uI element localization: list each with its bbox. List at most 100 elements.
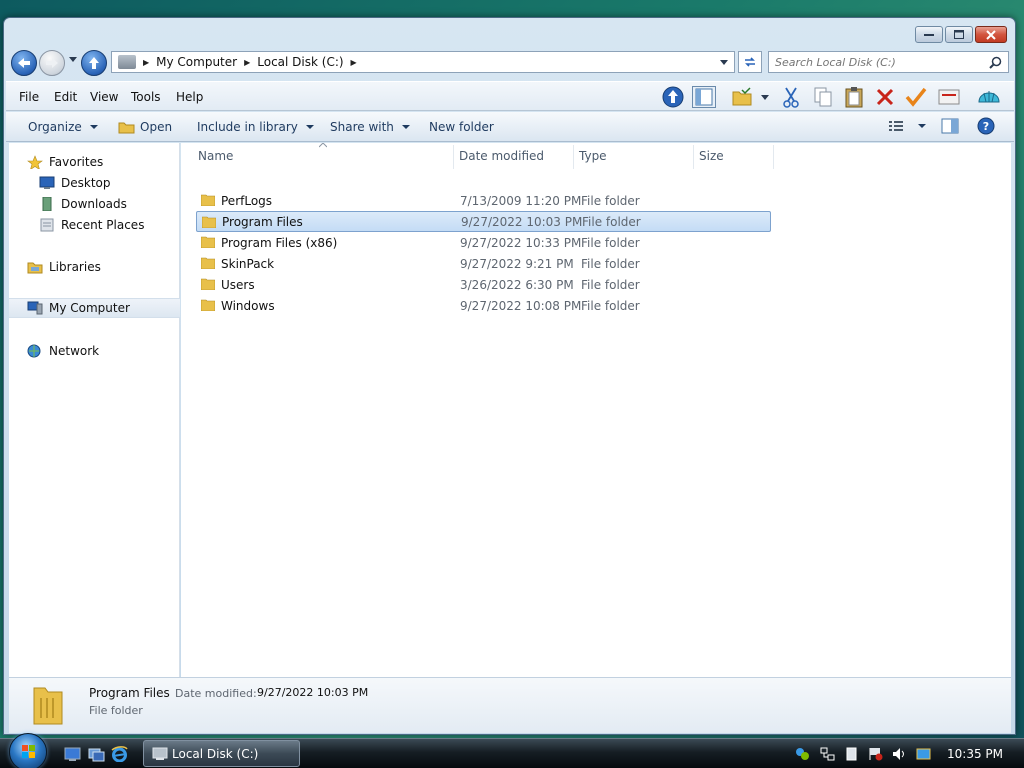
paste-button[interactable] [842, 86, 866, 108]
navigation-pane: Favorites Desktop Downloads Recent Place… [9, 143, 180, 695]
envelope-icon [938, 89, 960, 105]
file-row-perflogs[interactable]: PerfLogs 7/13/2009 11:20 PM File folder [196, 190, 771, 211]
column-divider[interactable] [573, 145, 574, 169]
menu-tools[interactable]: Tools [131, 90, 161, 104]
skinpack-tray-icon[interactable] [916, 747, 931, 761]
column-divider[interactable] [453, 145, 454, 169]
column-header-size[interactable]: Size [699, 149, 724, 171]
desktop-icon [39, 176, 55, 189]
column-header-name[interactable]: Name [198, 149, 233, 171]
computer-icon [152, 747, 168, 760]
cut-button[interactable] [779, 86, 803, 108]
file-date: 9/27/2022 9:21 PM [460, 256, 574, 271]
folder-icon [201, 299, 215, 311]
close-icon [986, 29, 996, 40]
nav-favorites[interactable]: Favorites [9, 152, 180, 172]
menu-view[interactable]: View [90, 90, 118, 104]
search-icon[interactable] [989, 56, 1002, 69]
close-button[interactable] [975, 26, 1007, 43]
breadcrumb-separator[interactable]: ▶ [143, 58, 149, 67]
nav-my-computer[interactable]: My Computer [9, 298, 180, 318]
email-button[interactable] [937, 86, 961, 108]
file-row-users[interactable]: Users 3/26/2022 6:30 PM File folder [196, 274, 771, 295]
address-bar[interactable]: ▶ My Computer ▶ Local Disk (C:) ▶ [111, 51, 735, 73]
show-desktop-icon[interactable] [64, 746, 81, 762]
breadcrumb-local-disk[interactable]: Local Disk (C:) [257, 55, 343, 69]
file-row-windows[interactable]: Windows 9/27/2022 10:08 PM File folder [196, 295, 771, 316]
help-button[interactable]: ? [977, 117, 995, 135]
views-button[interactable] [730, 86, 754, 108]
nav-libraries-label: Libraries [49, 260, 101, 274]
up-button[interactable] [81, 50, 107, 76]
open-button[interactable]: Open [118, 120, 172, 134]
recent-places-icon [40, 218, 54, 232]
switch-windows-icon[interactable] [88, 746, 105, 762]
internet-explorer-icon[interactable] [111, 746, 128, 762]
nav-recent-places[interactable]: Recent Places [9, 215, 180, 235]
preview-pane-button[interactable] [941, 118, 959, 134]
preview-pane-icon [941, 118, 959, 134]
windows-logo-icon [22, 745, 35, 758]
maximize-button[interactable] [945, 26, 973, 43]
delete-button[interactable] [873, 86, 897, 108]
breadcrumb-my-computer[interactable]: My Computer [156, 55, 237, 69]
properties-check-button[interactable] [904, 86, 928, 108]
nav-downloads[interactable]: Downloads [9, 194, 180, 214]
nav-libraries[interactable]: Libraries [9, 257, 180, 277]
chevron-down-icon [761, 94, 769, 100]
file-date: 3/26/2022 6:30 PM [460, 277, 574, 292]
folder-check-icon [732, 87, 752, 106]
recent-pages-dropdown[interactable] [69, 57, 77, 62]
taskbar-item-local-disk[interactable]: Local Disk (C:) [143, 740, 300, 767]
column-divider[interactable] [693, 145, 694, 169]
breadcrumb-separator[interactable]: ▶ [244, 58, 250, 67]
volume-icon[interactable] [892, 747, 907, 761]
organize-button[interactable]: Organize [28, 120, 98, 134]
nav-recent-places-label: Recent Places [61, 218, 145, 232]
column-header-date-modified[interactable]: Date modified [459, 149, 544, 171]
nav-downloads-label: Downloads [61, 197, 127, 211]
share-with-button[interactable]: Share with [330, 120, 410, 134]
nav-network-label: Network [49, 344, 100, 358]
menu-edit[interactable]: Edit [54, 90, 77, 104]
file-date: 9/27/2022 10:08 PM [460, 298, 582, 313]
title-bar[interactable] [4, 18, 1015, 46]
file-row-skinpack[interactable]: SkinPack 9/27/2022 9:21 PM File folder [196, 253, 771, 274]
taskbar-clock[interactable]: 10:35 PM [947, 747, 1003, 761]
language-bar-icon[interactable] [795, 747, 810, 761]
nav-network[interactable]: Network [9, 341, 180, 361]
file-row-program-files[interactable]: Program Files 9/27/2022 10:03 PM File fo… [196, 211, 771, 232]
file-type: File folder [581, 277, 640, 292]
start-button[interactable] [9, 733, 47, 768]
folders-toggle-button[interactable] [692, 86, 716, 108]
column-header-type[interactable]: Type [579, 149, 607, 171]
back-button[interactable] [11, 50, 37, 76]
refresh-button[interactable] [738, 51, 762, 73]
address-row: ▶ My Computer ▶ Local Disk (C:) ▶ [6, 48, 1014, 78]
search-input[interactable] [775, 55, 985, 69]
views-dropdown[interactable] [758, 86, 772, 108]
up-folder-button[interactable] [661, 86, 685, 108]
column-divider[interactable] [773, 145, 774, 169]
include-in-library-button[interactable]: Include in library [197, 120, 314, 134]
help-icon: ? [977, 117, 995, 135]
skinpack-shell-button[interactable] [977, 86, 1001, 108]
file-name: Program Files (x86) [221, 235, 338, 250]
nav-favorites-label: Favorites [49, 155, 104, 169]
change-view-button[interactable] [888, 120, 926, 132]
forward-button[interactable] [39, 50, 65, 76]
copy-button[interactable] [811, 86, 835, 108]
star-icon [27, 155, 43, 169]
address-dropdown[interactable] [720, 60, 728, 65]
file-row-program-files-x86[interactable]: Program Files (x86) 9/27/2022 10:33 PM F… [196, 232, 771, 253]
safely-remove-hardware-icon[interactable] [844, 747, 859, 761]
minimize-button[interactable] [915, 26, 943, 43]
menu-file[interactable]: File [19, 90, 39, 104]
nav-desktop[interactable]: Desktop [9, 173, 180, 193]
breadcrumb-separator[interactable]: ▶ [351, 58, 357, 67]
checkmark-icon [905, 87, 927, 107]
action-center-flag-icon[interactable] [868, 747, 883, 761]
new-folder-button[interactable]: New folder [429, 120, 494, 134]
network-tray-icon[interactable] [820, 747, 835, 761]
menu-help[interactable]: Help [176, 90, 203, 104]
